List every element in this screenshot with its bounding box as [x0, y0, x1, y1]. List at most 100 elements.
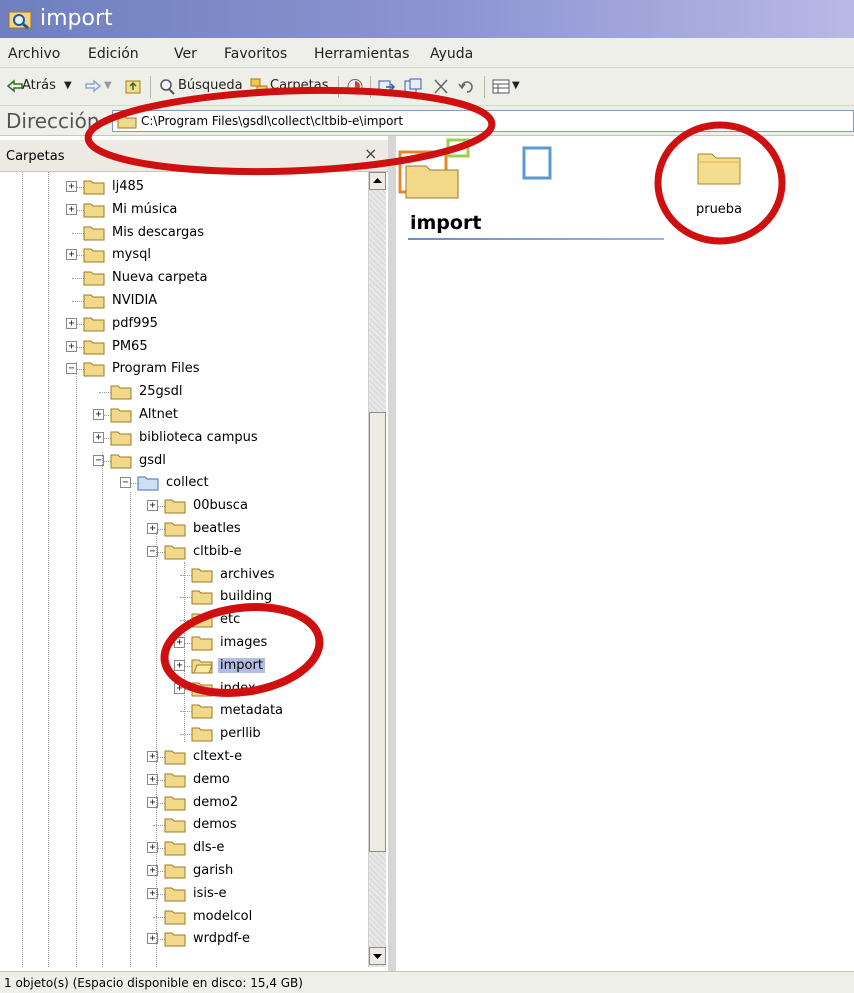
folder-icon	[83, 248, 105, 263]
tree-item[interactable]: + images	[174, 632, 370, 654]
history-icon[interactable]	[346, 78, 364, 95]
expand-icon[interactable]: +	[66, 203, 77, 215]
back-button[interactable]: Atrás	[22, 78, 56, 93]
menu-ayuda[interactable]: Ayuda	[430, 46, 473, 62]
folder-icon	[83, 226, 105, 241]
folder-tree[interactable]: + lj485 + Mi música Mis descargas + mysql Nueva…	[0, 172, 370, 967]
back-dropdown-icon[interactable]: ▼	[64, 80, 72, 91]
tree-item[interactable]: + mysql	[66, 244, 370, 266]
folder-icon	[697, 153, 741, 185]
collapse-icon[interactable]: −	[120, 477, 131, 489]
title-bar: import	[0, 0, 854, 38]
pane-divider[interactable]	[388, 136, 396, 971]
tree-item[interactable]: Mis descargas	[66, 222, 370, 244]
tree-item[interactable]: + dls-e	[147, 837, 370, 859]
expand-icon[interactable]: +	[66, 181, 77, 192]
folder-icon	[110, 454, 132, 469]
expand-icon[interactable]: +	[147, 500, 158, 512]
tree-item[interactable]: NVIDIA	[66, 290, 370, 312]
up-folder-icon[interactable]	[124, 78, 142, 95]
menu-archivo[interactable]: Archivo	[8, 46, 60, 62]
folders-button[interactable]: Carpetas	[270, 78, 328, 93]
tree-guide-line	[48, 172, 49, 967]
tree-item[interactable]: 25gsdl	[93, 381, 370, 403]
tree-item[interactable]: + demo	[147, 769, 370, 791]
scroll-up-button[interactable]	[369, 172, 386, 190]
undo-icon[interactable]	[458, 78, 476, 95]
expand-icon[interactable]: +	[66, 317, 77, 329]
menu-herramientas[interactable]: Herramientas	[314, 46, 409, 62]
tree-item[interactable]: building	[174, 586, 370, 608]
tree-item-label: gsdl	[139, 452, 166, 468]
tree-item[interactable]: + index	[174, 678, 370, 700]
tree-item-label: import	[218, 657, 265, 673]
tree-item[interactable]: + lj485	[66, 176, 370, 198]
tree-item[interactable]: modelcol	[147, 906, 370, 928]
tree-item[interactable]: + isis-e	[147, 883, 370, 905]
tree-item[interactable]: Nueva carpeta	[66, 267, 370, 289]
copy-to-icon[interactable]	[404, 78, 422, 95]
tree-item[interactable]: + pdf995	[66, 313, 370, 335]
tree-item[interactable]: metadata	[174, 700, 370, 722]
tree-item[interactable]: − gsdl	[93, 450, 370, 472]
tree-item-label: perllib	[220, 726, 261, 742]
arrow-down-icon	[373, 954, 382, 959]
forward-dropdown-icon[interactable]: ▼	[104, 80, 112, 91]
tree-item[interactable]: + Altnet	[93, 404, 370, 426]
forward-arrow-icon[interactable]	[84, 78, 102, 95]
tree-item[interactable]: + biblioteca campus	[93, 427, 370, 449]
folder-icon	[83, 271, 105, 286]
menu-favoritos[interactable]: Favoritos	[224, 46, 287, 62]
heading-underline	[408, 238, 664, 240]
tree-item[interactable]: + wrdpdf-e	[147, 928, 370, 950]
address-value: C:\Program Files\gsdl\collect\cltbib-e\i…	[141, 114, 404, 128]
toolbar-separator	[370, 76, 371, 98]
content-pane[interactable]: import prueba	[396, 136, 854, 971]
folders-tree-icon[interactable]	[250, 78, 268, 95]
search-button[interactable]: Búsqueda	[178, 78, 243, 93]
tree-item-label: archives	[220, 566, 275, 582]
menu-ver[interactable]: Ver	[174, 46, 197, 62]
tree-item[interactable]: archives	[174, 564, 370, 586]
tree-item[interactable]: perllib	[174, 723, 370, 745]
tree-item-label: pdf995	[112, 315, 158, 331]
tree-item-label: 25gsdl	[139, 384, 183, 400]
close-icon[interactable]: ×	[364, 144, 377, 163]
tree-item-label: Mi música	[112, 201, 178, 217]
views-dropdown-icon[interactable]: ▼	[512, 80, 520, 91]
expand-icon[interactable]: +	[66, 249, 77, 261]
tree-item[interactable]: + garish	[147, 860, 370, 882]
tree-item[interactable]: − collect	[120, 472, 370, 494]
folder-icon	[164, 887, 186, 902]
tree-item[interactable]: + Mi música	[66, 199, 370, 221]
address-input[interactable]: C:\Program Files\gsdl\collect\cltbib-e\i…	[112, 110, 854, 132]
tree-item[interactable]: + import	[174, 655, 370, 677]
views-icon[interactable]	[492, 78, 510, 95]
folder-icon	[110, 408, 132, 423]
toolbar-separator	[484, 76, 485, 98]
scroll-down-button[interactable]	[369, 947, 386, 965]
expand-icon[interactable]: +	[66, 340, 77, 352]
expand-icon[interactable]: +	[93, 409, 104, 420]
delete-icon[interactable]	[432, 78, 450, 95]
tree-item[interactable]: +00busca	[147, 495, 370, 517]
tree-scrollbar[interactable]	[368, 172, 386, 967]
tree-item[interactable]: − cltbib-e	[147, 541, 370, 563]
tree-item-label: cltext-e	[193, 749, 243, 764]
tree-item[interactable]: + demo2	[147, 792, 370, 814]
scroll-thumb[interactable]	[369, 412, 386, 852]
tree-item-label: etc	[220, 612, 241, 628]
tree-guide-line	[184, 562, 185, 742]
tree-item[interactable]: + PM65	[66, 336, 370, 358]
expand-icon[interactable]: +	[93, 431, 104, 443]
search-icon[interactable]	[158, 78, 176, 95]
folders-pane-title: Carpetas	[6, 149, 65, 164]
tree-item[interactable]: + cltext-e	[147, 746, 370, 768]
tree-item-label: images	[220, 635, 268, 650]
tree-item[interactable]: + beatles	[147, 518, 370, 540]
tree-item[interactable]: − Program Files	[66, 358, 370, 380]
tree-item[interactable]: demos	[147, 814, 370, 836]
menu-edicion[interactable]: Edición	[88, 46, 139, 62]
move-to-icon[interactable]	[378, 78, 396, 95]
tree-item[interactable]: etc	[174, 609, 370, 631]
